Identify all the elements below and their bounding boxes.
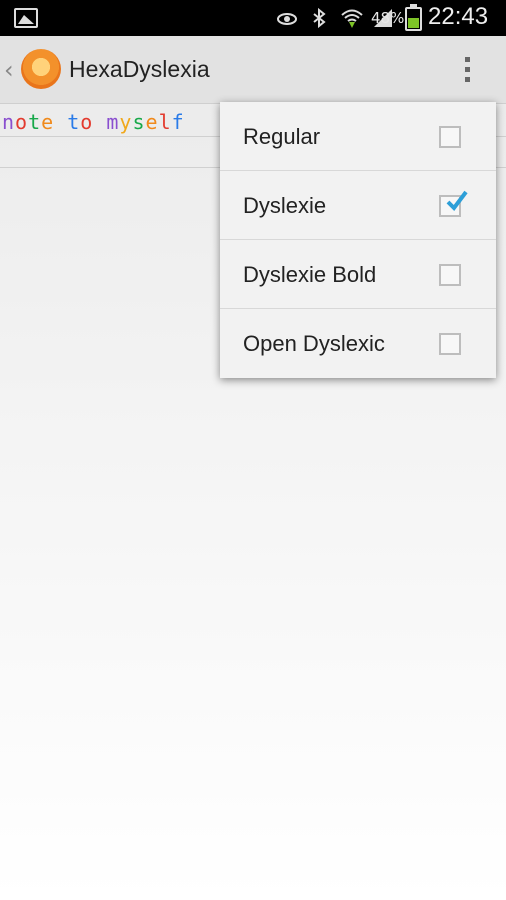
checkbox-regular[interactable] [439,126,461,148]
note-char: f [171,110,185,134]
menu-item-dyslexie[interactable]: Dyslexie [220,171,496,240]
note-char: s [132,110,146,134]
battery-fill [408,18,419,28]
menu-item-label: Dyslexie Bold [243,262,377,287]
checkbox-open-dyslexic[interactable] [439,333,461,355]
menu-item-dyslexie-bold[interactable]: Dyslexie Bold [220,240,496,309]
note-char: l [158,110,172,134]
up-chevron-icon[interactable]: ‹ [4,56,14,84]
clock: 22:43 [428,3,489,30]
menu-item-label: Open Dyslexic [243,331,385,356]
note-char: n [2,110,16,134]
note-char: t [67,110,81,134]
note-char: e [145,110,159,134]
note-char: t [28,110,42,134]
note-char: y [119,110,133,134]
note-char: m [106,110,120,134]
note-char [93,110,106,134]
menu-item-label: Regular [243,124,321,149]
wifi-icon [340,7,363,29]
bluetooth-icon [308,7,330,29]
checkbox-dyslexie-bold[interactable] [439,264,461,286]
status-bar: 48% 22:43 [0,0,506,36]
app-logo[interactable] [21,49,61,89]
menu-item-label: Dyslexie [243,193,327,218]
action-bar: ‹ HexaDyslexia [0,36,506,104]
note-text[interactable]: note to myself [2,110,185,134]
checkmark-icon [446,190,468,212]
menu-item-regular[interactable]: Regular [220,102,496,171]
gallery-icon [14,8,38,28]
note-char: o [80,110,94,134]
battery-percentage: 48% [371,9,405,27]
note-char: o [15,110,29,134]
menu-item-open-dyslexic[interactable]: Open Dyslexic [220,309,496,378]
battery-icon [405,4,422,31]
font-menu: Regular Dyslexie Dyslexie Bold Open Dysl… [220,102,496,378]
checkbox-dyslexie[interactable] [439,190,468,217]
overflow-menu-icon[interactable] [458,54,476,88]
note-char: e [41,110,55,134]
app-title: HexaDyslexia [69,56,210,82]
note-char [54,110,67,134]
eye-icon [276,7,298,29]
